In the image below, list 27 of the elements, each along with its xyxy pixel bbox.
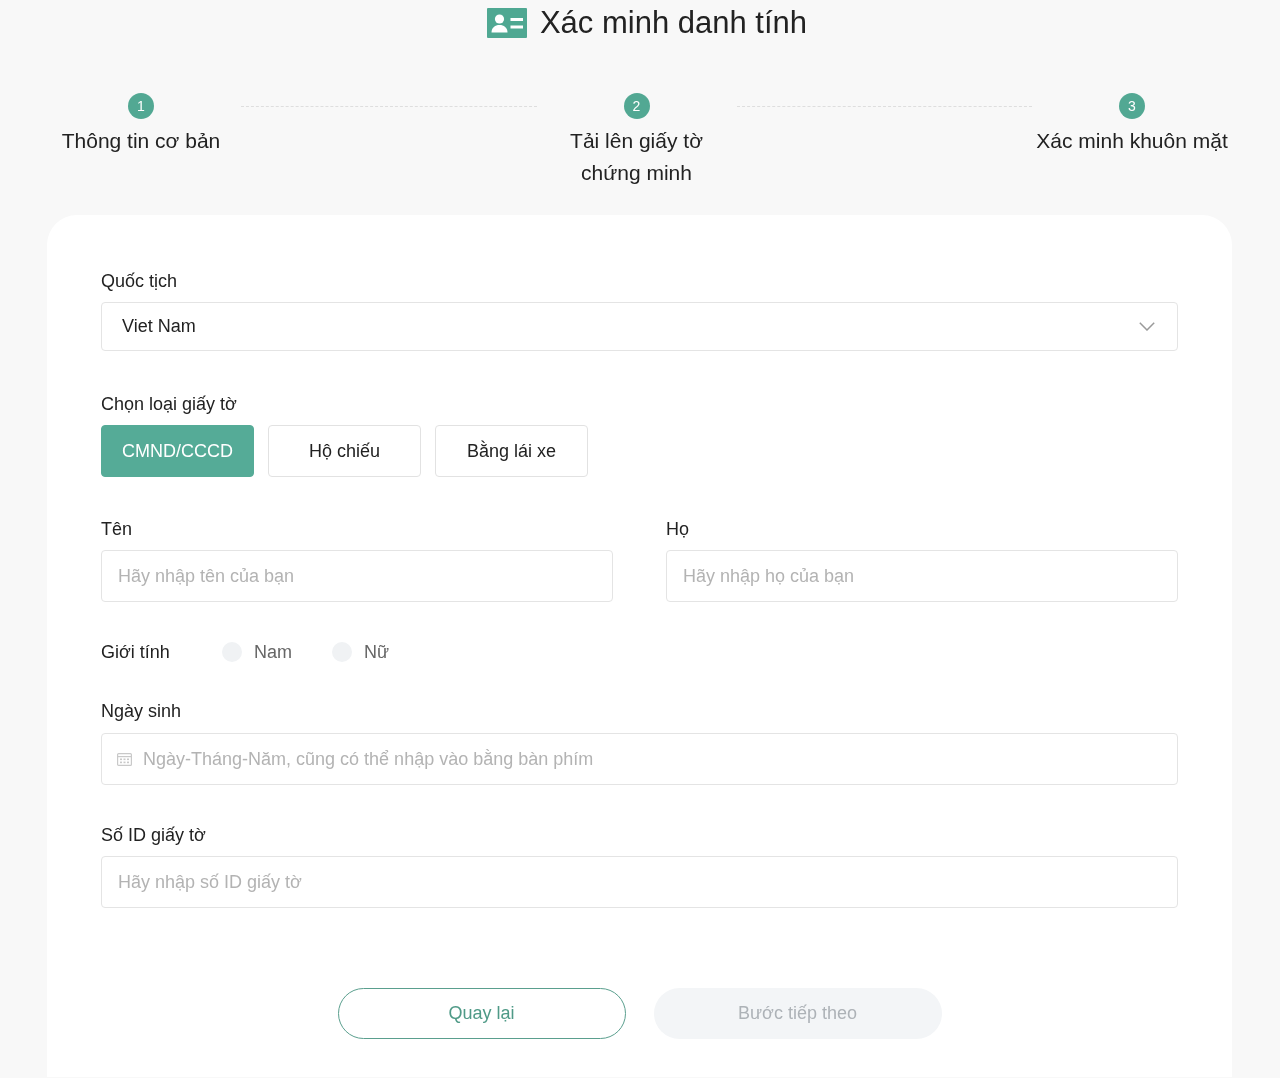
first-name-field[interactable]: Hãy nhập tên của bạn [101, 550, 613, 602]
radio-label[interactable]: Nam [254, 640, 292, 664]
chevron-down-icon [1139, 322, 1155, 331]
field-label: Họ [666, 518, 690, 541]
document-type-option[interactable]: Hộ chiếu [268, 425, 421, 477]
field-label: Tên [101, 518, 134, 541]
date-field[interactable]: Ngày-Tháng-Năm, cũng có thể nhập vào bằng bàn phím [101, 733, 1178, 785]
field-label: Giới tính [101, 641, 171, 664]
back-button[interactable]: Quay lại [337, 988, 626, 1039]
field-label: Chọn loại giấy tờ [101, 393, 238, 416]
step-number: 3 [1119, 93, 1145, 119]
field-label: Số ID giấy tờ [101, 824, 207, 847]
calendar-icon [117, 752, 132, 766]
field-label: Quốc tịch [101, 270, 179, 293]
radio-label[interactable]: Nữ [364, 640, 390, 664]
id-card-icon [486, 8, 527, 38]
step-number: 1 [128, 93, 154, 119]
step-number: 2 [623, 93, 650, 119]
id-number-field[interactable]: Hãy nhập số ID giấy tờ [101, 856, 1178, 908]
nationality-select[interactable]: Viet Nam [101, 302, 1178, 351]
page-title: Xác minh danh tính [539, 4, 808, 42]
step-label: Tải lên giấy tờ chứng minh [569, 128, 704, 186]
field-label: Ngày sinh [101, 700, 183, 723]
step-label: Thông tin cơ bản [61, 128, 221, 154]
step-label: Xác minh khuôn mặt [1036, 128, 1228, 154]
document-type-option[interactable]: Bằng lái xe [435, 425, 588, 477]
last-name-field[interactable]: Hãy nhập họ của bạn [666, 550, 1178, 602]
